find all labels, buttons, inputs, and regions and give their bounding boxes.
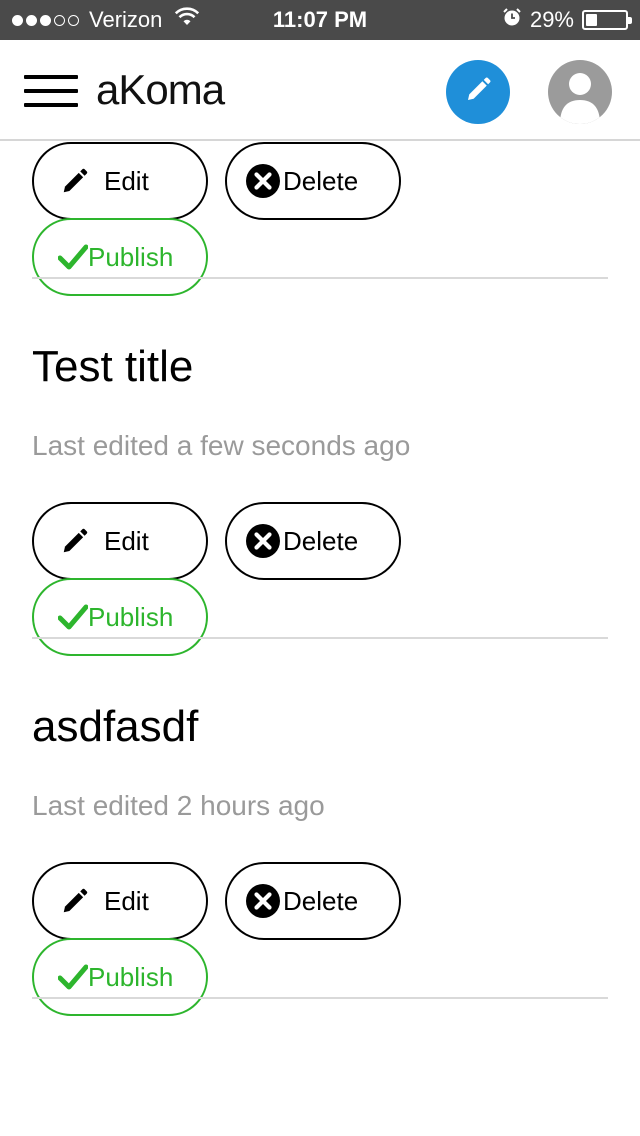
pencil-icon bbox=[60, 886, 90, 916]
close-circle-icon bbox=[245, 163, 281, 199]
divider bbox=[32, 277, 608, 279]
edit-button[interactable]: Edit bbox=[32, 862, 208, 940]
signal-dot bbox=[12, 14, 23, 26]
edit-button[interactable]: Edit bbox=[32, 142, 208, 220]
post-last-edited: Last edited 2 hours ago bbox=[32, 790, 325, 821]
publish-button-label: Publish bbox=[88, 601, 174, 632]
delete-button-label: Delete bbox=[283, 885, 359, 916]
delete-button[interactable]: Delete bbox=[225, 502, 401, 580]
checkmark-icon bbox=[58, 963, 88, 991]
post-card: Edit Delete Publish bbox=[32, 0, 608, 296]
publish-button-label: Publish bbox=[88, 961, 174, 992]
edit-button-label: Edit bbox=[104, 165, 149, 196]
post-title[interactable]: asdfasdf bbox=[32, 702, 198, 752]
battery-nub bbox=[628, 17, 632, 24]
post-card: asdfasdf Last edited 2 hours ago Edit De… bbox=[32, 640, 608, 1016]
delete-button[interactable]: Delete bbox=[225, 862, 401, 940]
pencil-icon bbox=[60, 526, 90, 556]
checkmark-icon bbox=[58, 243, 88, 271]
edit-button[interactable]: Edit bbox=[32, 502, 208, 580]
post-title[interactable]: Test title bbox=[32, 342, 193, 392]
post-card: Test title Last edited a few seconds ago… bbox=[32, 280, 608, 656]
publish-button[interactable]: Publish bbox=[32, 938, 208, 1016]
pencil-icon bbox=[60, 166, 90, 196]
delete-button-label: Delete bbox=[283, 525, 359, 556]
post-last-edited: Last edited a few seconds ago bbox=[32, 430, 411, 461]
divider bbox=[32, 997, 608, 999]
divider bbox=[32, 637, 608, 639]
checkmark-icon bbox=[58, 603, 88, 631]
edit-button-label: Edit bbox=[104, 525, 149, 556]
close-circle-icon bbox=[245, 523, 281, 559]
publish-button-label: Publish bbox=[88, 241, 174, 272]
delete-button[interactable]: Delete bbox=[225, 142, 401, 220]
close-circle-icon bbox=[245, 883, 281, 919]
delete-button-label: Delete bbox=[283, 165, 359, 196]
edit-button-label: Edit bbox=[104, 885, 149, 916]
